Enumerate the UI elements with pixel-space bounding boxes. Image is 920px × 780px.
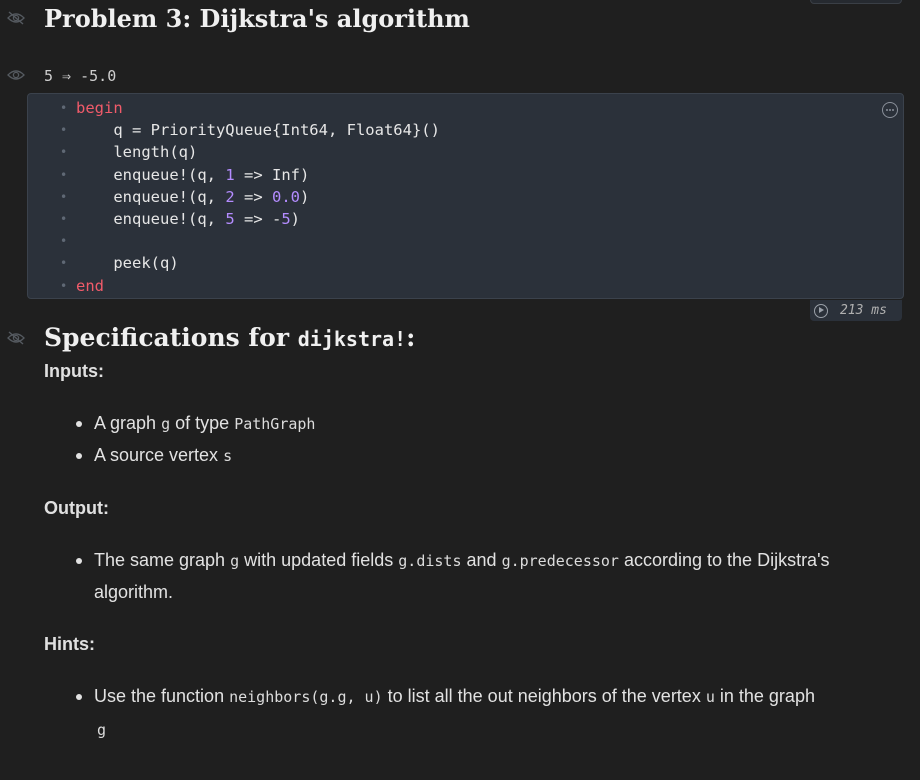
spec-title-text: Specifications for [44, 323, 290, 352]
inline-code: PathGraph [234, 415, 316, 433]
inline-code: g [161, 415, 171, 433]
code-text: peek(q) [76, 254, 179, 273]
code-line: • peek(q) [28, 252, 903, 274]
code-text: enqueue!(q, 2 => 0.0) [76, 187, 310, 206]
inline-code: u [705, 688, 715, 706]
code-line: • length(q) [28, 141, 903, 163]
play-circle-icon[interactable] [814, 303, 828, 318]
cell-options-icon[interactable] [882, 102, 898, 118]
spec-title: Specifications for dijkstra!: [44, 323, 415, 352]
list-item-continuation: algorithm. [94, 582, 174, 602]
code-lines: • begin • q = PriorityQueue{Int64, Float64… [28, 97, 903, 297]
line-gutter-dot: • [60, 123, 68, 138]
text: and [466, 550, 497, 570]
text: according to the Dijkstra's [623, 550, 830, 570]
code-line: • [28, 230, 903, 252]
inline-code: s [223, 447, 233, 465]
line-gutter-dot: • [60, 234, 68, 249]
text: Use the function [94, 686, 225, 706]
text: A source vertex [94, 445, 219, 465]
code-text: begin [76, 99, 123, 117]
list-item: A graph g of type PathGraph [76, 407, 315, 440]
list-item: A source vertex s [76, 439, 232, 472]
code-line: • enqueue!(q, 5 => -5) [28, 208, 903, 230]
inputs-label: Inputs: [44, 361, 104, 381]
runtime-label: 213 ms [840, 303, 887, 318]
text: The same graph [94, 550, 226, 570]
hints-label: Hints: [44, 634, 95, 654]
code-text: q = PriorityQueue{Int64, Float64}() [76, 121, 440, 140]
cell-output: 5 ⇒ -5.0 [44, 67, 117, 85]
inline-code: g [97, 721, 107, 739]
text: with updated fields [244, 550, 394, 570]
output-label: Output: [44, 498, 109, 518]
line-gutter-dot: • [60, 189, 68, 204]
text: in the graph [719, 686, 815, 706]
inline-code: g.dists [398, 552, 462, 570]
line-gutter-dot: • [60, 256, 68, 271]
inline-code: neighbors(g.g, u) [229, 688, 383, 706]
code-text: end [76, 276, 104, 295]
text: A graph [94, 413, 157, 433]
code-line: • end [28, 275, 903, 297]
line-gutter-dot: • [60, 167, 68, 182]
eye-icon[interactable] [6, 68, 26, 82]
spec-title-code: dijkstra! [297, 327, 407, 351]
line-gutter-dot: • [60, 211, 68, 226]
list-item: Use the function neighbors(g.g, u) to li… [76, 680, 886, 713]
inline-code: g.predecessor [501, 552, 619, 570]
spec-title-suffix: : [406, 323, 416, 352]
code-line: • enqueue!(q, 1 => Inf) [28, 164, 903, 186]
previous-cell-runtime-stub [810, 0, 902, 4]
line-gutter-dot: • [60, 278, 68, 293]
code-text: enqueue!(q, 5 => -5) [76, 209, 301, 228]
code-text: length(q) [76, 143, 198, 162]
line-gutter-dot: • [60, 101, 68, 115]
inline-code: g [230, 552, 240, 570]
code-text: enqueue!(q, 1 => Inf) [76, 165, 310, 184]
list-item: The same graph g with updated fields g.d… [76, 544, 886, 577]
line-gutter-dot: • [60, 145, 68, 160]
eye-slash-icon[interactable] [6, 11, 26, 25]
page-title: Problem 3: Dijkstra's algorithm [44, 4, 470, 33]
code-editor[interactable]: • begin • q = PriorityQueue{Int64, Float64… [27, 93, 904, 299]
code-line: • begin [28, 97, 903, 119]
eye-slash-icon[interactable] [6, 331, 26, 345]
run-cell-button[interactable]: 213 ms [810, 300, 902, 321]
text: to list all the out neighbors of the ver… [387, 686, 701, 706]
code-line: • q = PriorityQueue{Int64, Float64}() [28, 119, 903, 141]
text: of type [175, 413, 230, 433]
code-line: • enqueue!(q, 2 => 0.0) [28, 186, 903, 208]
